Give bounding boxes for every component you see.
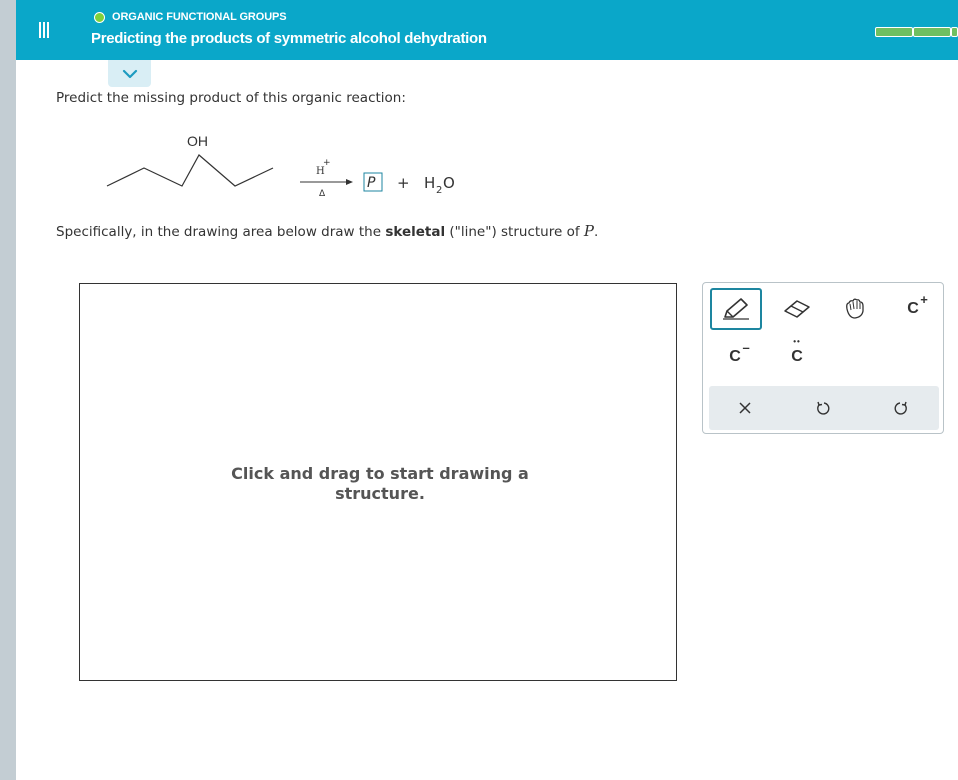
canvas-hint-line: Click and drag to start drawing a (231, 464, 529, 483)
pencil-icon (723, 298, 749, 320)
menu-button[interactable] (26, 12, 62, 48)
undo-button[interactable] (805, 390, 841, 426)
undo-icon (817, 401, 830, 415)
progress-segment (875, 27, 913, 37)
water-h: H (424, 174, 435, 192)
carbocation-label: C + (907, 292, 928, 318)
lone-pair-carbon-tool-button[interactable]: •• C (777, 337, 817, 375)
left-sidebar-strip (0, 0, 16, 780)
progress-segment (951, 27, 958, 37)
carbanion-tool-button[interactable]: C – (715, 339, 755, 375)
reactant-skeleton (106, 154, 274, 187)
lone-pair-carbon-symbol: C (791, 348, 803, 365)
progress-segment (913, 27, 951, 37)
carbocation-charge: + (920, 292, 928, 307)
hand-tool-button[interactable] (835, 291, 875, 327)
carbocation-symbol: C (907, 300, 919, 317)
drawing-canvas[interactable]: Click and drag to start drawing a struct… (79, 283, 677, 681)
reagent-heat: Δ (319, 189, 326, 199)
carbanion-symbol: C (729, 348, 741, 365)
page-title: Predicting the products of symmetric alc… (91, 30, 487, 47)
hydroxyl-label: OH (187, 133, 208, 149)
close-icon (739, 402, 751, 414)
lone-pair-carbon-label: •• C (791, 337, 803, 366)
lone-pair-dots: •• (793, 337, 801, 346)
reaction-arrowhead (346, 179, 353, 185)
water-o: O (443, 174, 455, 192)
instruction-variable: P (583, 222, 594, 240)
carbanion-label: C – (729, 340, 750, 366)
instruction-text-after: ("line") structure of (445, 224, 584, 240)
drawing-instruction: Specifically, in the drawing area below … (56, 222, 598, 240)
question-prompt: Predict the missing product of this orga… (56, 90, 406, 106)
product-label: P (367, 175, 376, 191)
progress-indicator (875, 27, 958, 37)
clear-button[interactable] (727, 390, 763, 426)
expand-toggle-button[interactable] (108, 60, 151, 87)
action-bar (709, 386, 939, 430)
reagent-charge: + (323, 158, 331, 168)
menu-icon (39, 22, 49, 38)
pencil-tool-button[interactable] (710, 288, 762, 330)
canvas-hint: Click and drag to start drawing a struct… (80, 464, 680, 504)
canvas-hint-line: structure. (335, 484, 425, 503)
chevron-down-icon (122, 69, 137, 78)
topic-label: ORGANIC FUNCTIONAL GROUPS (112, 11, 287, 23)
plus-sign: + (397, 174, 410, 192)
instruction-end: . (593, 224, 599, 240)
drawing-toolbox: C + C – •• C (702, 282, 944, 434)
redo-button[interactable] (883, 390, 919, 426)
instruction-bold: skeletal (385, 224, 446, 240)
carbocation-tool-button[interactable]: C + (893, 291, 933, 327)
topic-row: ORGANIC FUNCTIONAL GROUPS (94, 11, 287, 23)
carbanion-charge: – (742, 340, 750, 355)
eraser-tool-button[interactable] (777, 291, 817, 327)
reaction-svg: OH H + Δ P + H 2 O (106, 133, 455, 199)
redo-icon (894, 401, 907, 415)
topic-status-icon (94, 11, 105, 23)
instruction-text: Specifically, in the drawing area below … (56, 224, 386, 240)
water-subscript: 2 (436, 185, 442, 196)
hand-icon (846, 298, 864, 319)
reaction-scheme: OH H + Δ P + H 2 O (100, 128, 480, 207)
eraser-icon (784, 300, 810, 318)
